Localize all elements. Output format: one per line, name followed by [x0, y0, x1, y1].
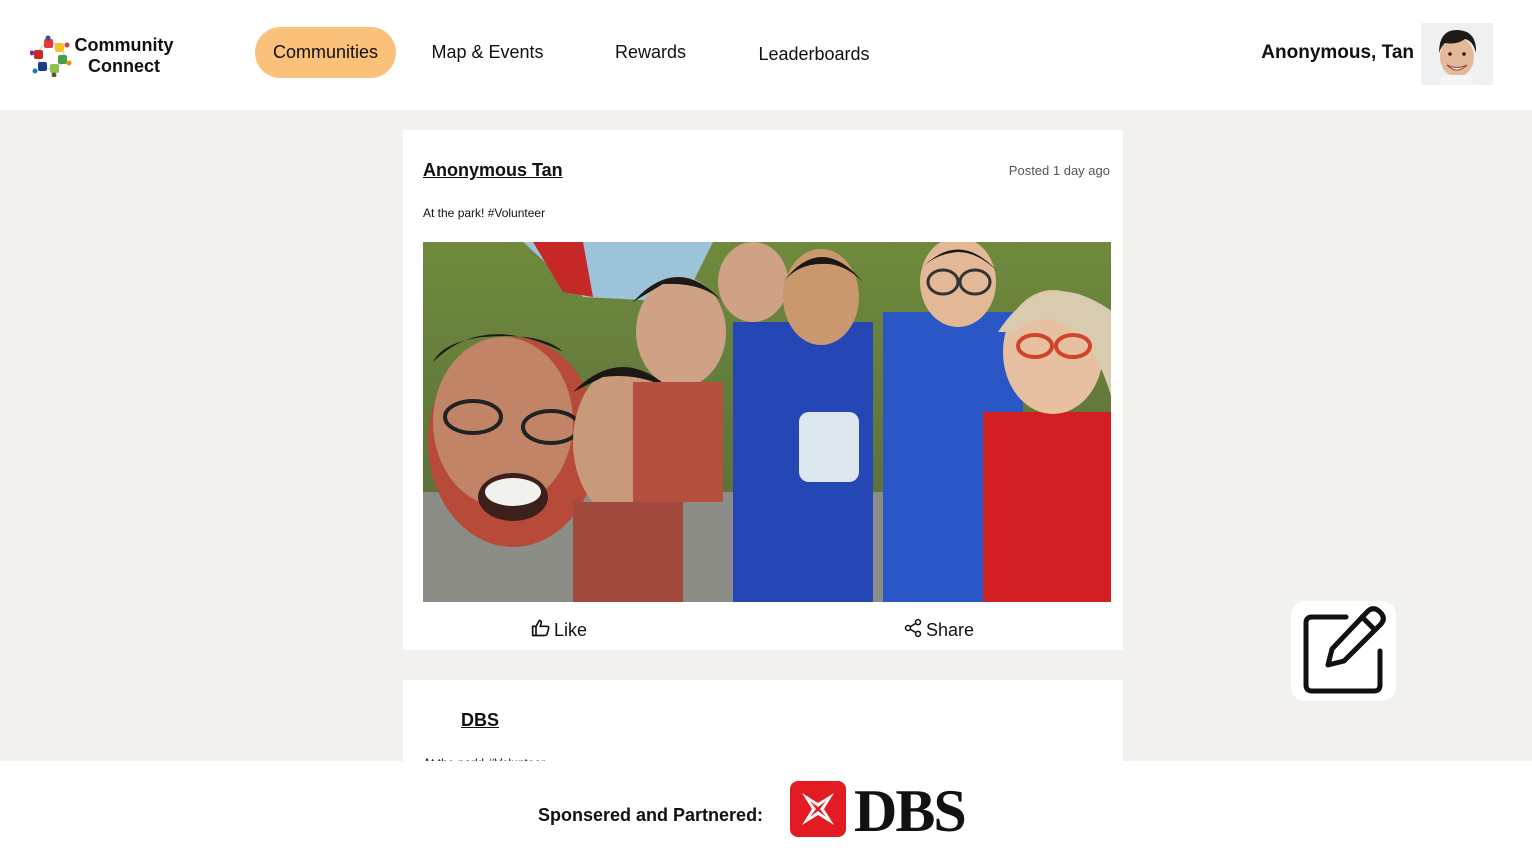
post-author[interactable]: Anonymous Tan	[423, 160, 563, 181]
share-button[interactable]: Share	[903, 618, 974, 643]
share-icon	[903, 618, 923, 643]
top-header: Community Connect Communities Map & Even…	[0, 0, 1532, 110]
nav-tab-map-events[interactable]: Map & Events	[422, 27, 553, 78]
user-name[interactable]: Anonymous, Tan	[1261, 42, 1414, 64]
dbs-wordmark: DBS	[854, 778, 967, 844]
compose-post-button[interactable]	[1291, 601, 1396, 701]
edit-icon	[1298, 603, 1390, 700]
sponsor-footer: Sponsered and Partnered: DBS	[0, 761, 1532, 858]
dbs-logo[interactable]: DBS	[790, 778, 967, 844]
post-timestamp: Posted 1 day ago	[1008, 163, 1110, 178]
app-name-line1: Community	[74, 35, 174, 55]
post-card: Anonymous Tan Posted 1 day ago At the pa…	[403, 130, 1123, 650]
dbs-mark-icon	[790, 780, 846, 842]
user-avatar[interactable]	[1421, 23, 1493, 85]
like-label: Like	[554, 620, 588, 640]
app-logo[interactable]: Community Connect	[29, 32, 180, 80]
app-name-line2: Connect	[88, 56, 160, 76]
nav-tab-rewards[interactable]: Rewards	[600, 27, 701, 78]
post-text: At the park! #Volunteer	[423, 206, 546, 220]
thumbs-up-icon	[531, 618, 551, 643]
sponsor-label: Sponsered and Partnered:	[538, 805, 764, 825]
nav-tab-leaderboards[interactable]: Leaderboards	[745, 29, 883, 80]
share-label: Share	[926, 620, 975, 640]
nav-tab-communities[interactable]: Communities	[255, 27, 396, 78]
post-photo[interactable]	[423, 242, 1111, 602]
like-button[interactable]: Like	[531, 618, 587, 643]
post-author[interactable]: DBS	[461, 710, 499, 731]
post-card: DBS At the park! #Volunteer	[403, 680, 1123, 770]
community-logo-icon	[29, 35, 72, 78]
app-name: Community Connect	[72, 35, 176, 77]
